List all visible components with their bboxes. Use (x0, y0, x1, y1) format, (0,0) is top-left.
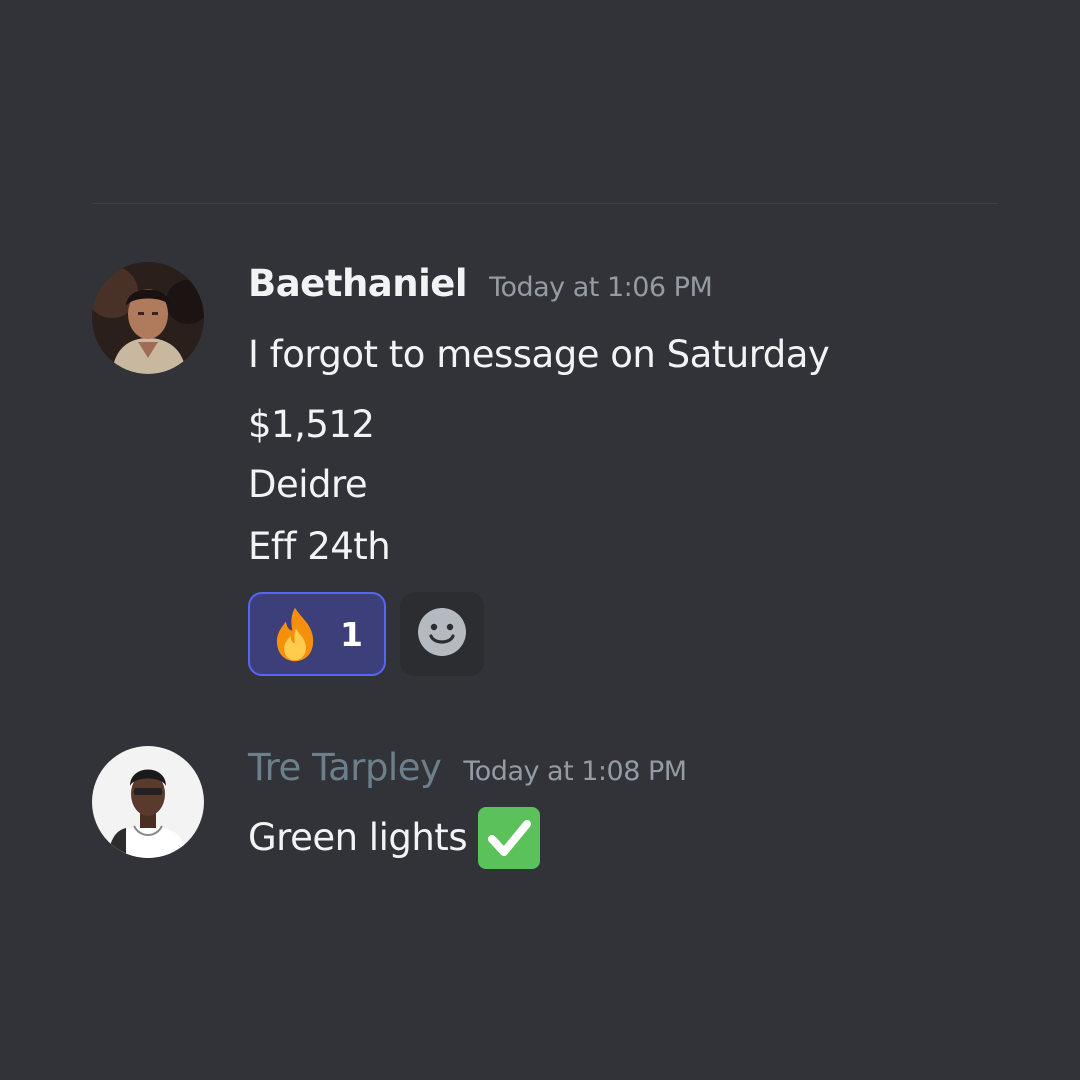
timestamp[interactable]: Today at 1:08 PM (463, 756, 687, 787)
smiley-icon (417, 607, 467, 661)
chat-view: Baethaniel Today at 1:06 PM I forgot to … (0, 0, 1080, 1080)
message-content: Baethaniel Today at 1:06 PM I forgot to … (248, 262, 988, 676)
fire-icon (266, 605, 324, 663)
message-line: Eff 24th (248, 525, 391, 568)
message-line: I forgot to message on Saturday (248, 333, 830, 376)
message-header: Baethaniel Today at 1:06 PM (248, 262, 988, 318)
message-line: Green lights (248, 806, 988, 870)
message-line: $1,512 (248, 403, 375, 446)
check-mark-button-icon (467, 806, 541, 870)
add-reaction-button[interactable] (400, 592, 484, 676)
message-line: Deidre (248, 463, 368, 506)
reaction-bar: 1 (248, 592, 988, 676)
message-content: Tre Tarpley Today at 1:08 PM Green light… (248, 746, 988, 870)
message-header: Tre Tarpley Today at 1:08 PM (248, 746, 988, 802)
avatar[interactable] (92, 746, 204, 858)
reaction-count: 1 (340, 614, 363, 654)
timestamp[interactable]: Today at 1:06 PM (489, 272, 713, 303)
username[interactable]: Baethaniel (248, 262, 468, 305)
avatar[interactable] (92, 262, 204, 374)
message-divider (92, 203, 998, 204)
message-text: Green lights (248, 816, 468, 859)
fire-reaction-button[interactable]: 1 (248, 592, 386, 676)
username[interactable]: Tre Tarpley (248, 746, 442, 789)
